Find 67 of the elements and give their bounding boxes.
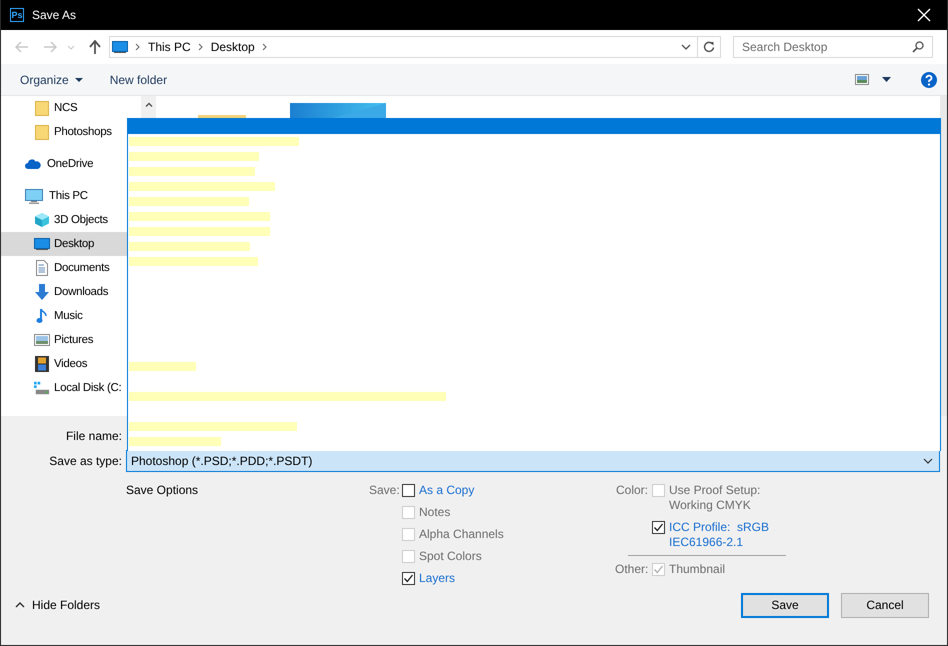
search-field[interactable]: Search Desktop xyxy=(733,36,933,58)
cloud-icon xyxy=(25,159,41,169)
option-label: As a Copy xyxy=(419,483,474,498)
option-label: Spot Colors xyxy=(419,549,482,564)
sidebar-item[interactable]: Videos xyxy=(1,352,141,376)
chevron-right-icon[interactable] xyxy=(262,43,267,51)
caret-down-icon[interactable] xyxy=(882,77,891,82)
color-label: Color: xyxy=(615,483,648,499)
search-icon xyxy=(912,41,924,53)
file-type-dropdown[interactable]: Photoshop (*.PSD;*.PDD;*.PSDT) xyxy=(126,450,940,472)
save-label: Save: xyxy=(369,483,398,499)
option-label: Alpha Channels xyxy=(419,527,504,542)
sidebar-item[interactable]: Pictures xyxy=(1,328,141,352)
organize-menu-button[interactable]: Organize xyxy=(16,70,87,88)
sidebar-item[interactable]: 3D Objects xyxy=(1,208,141,232)
breadcrumb-item[interactable]: This PC xyxy=(148,40,191,54)
option-label: Use Proof Setup: Working CMYK xyxy=(669,483,762,513)
drive-icon xyxy=(34,381,50,395)
sidebar-item[interactable]: OneDrive xyxy=(1,152,141,176)
checkbox[interactable] xyxy=(402,572,415,585)
sidebar-item[interactable]: Documents xyxy=(1,256,141,280)
hide-folders-button[interactable]: Hide Folders xyxy=(15,598,100,612)
save-options-heading: Save Options xyxy=(126,483,200,499)
chevron-right-icon xyxy=(198,43,203,51)
cube-icon xyxy=(34,212,50,228)
caret-down-icon xyxy=(74,78,83,82)
refresh-icon xyxy=(703,41,715,53)
option-label: Layers xyxy=(419,571,456,586)
chevron-right-icon xyxy=(135,43,140,51)
picture-icon xyxy=(34,334,50,346)
save-button[interactable]: Save xyxy=(741,592,829,618)
file-name-label: File name: xyxy=(64,429,122,443)
help-icon[interactable] xyxy=(921,72,937,88)
option-label: ICC Profile: sRGB IEC61966-2.1 xyxy=(669,520,770,550)
checkbox[interactable] xyxy=(402,484,415,497)
checkbox[interactable] xyxy=(652,521,665,534)
address-bar[interactable]: This PC Desktop xyxy=(109,36,721,58)
film-icon xyxy=(34,356,50,372)
sidebar-item[interactable]: Music xyxy=(1,304,141,328)
window-title: Save As xyxy=(32,8,76,22)
close-icon xyxy=(917,8,931,22)
view-options-icon[interactable] xyxy=(855,74,869,85)
redaction-bar xyxy=(129,362,196,371)
option-label: Notes xyxy=(419,505,450,520)
app-logo-icon: Ps xyxy=(10,8,24,22)
option-label: Thumbnail xyxy=(669,562,726,577)
chevron-down-icon[interactable] xyxy=(681,44,691,50)
sidebar-item[interactable]: Desktop xyxy=(1,232,127,256)
up-arrow-icon[interactable] xyxy=(89,40,101,54)
sidebar-item[interactable]: Downloads xyxy=(1,280,141,304)
breadcrumb-item[interactable]: Desktop xyxy=(210,40,255,54)
chevron-up-icon xyxy=(15,602,25,608)
computer-icon xyxy=(25,188,43,204)
download-arrow-icon xyxy=(34,284,50,300)
other-label: Other: xyxy=(615,562,648,578)
sidebar-item[interactable]: This PC xyxy=(1,184,141,208)
sidebar-item[interactable]: Local Disk (C: xyxy=(1,376,141,400)
new-folder-button[interactable]: New folder xyxy=(106,70,172,88)
chevron-down-icon xyxy=(923,458,933,464)
monitor-icon xyxy=(34,238,50,250)
sidebar-item[interactable]: NCS xyxy=(1,96,141,120)
document-icon xyxy=(34,260,50,276)
sidebar-item[interactable]: Photoshops xyxy=(1,120,141,144)
monitor-icon xyxy=(112,41,128,53)
cancel-button[interactable]: Cancel xyxy=(841,592,929,618)
chevron-up-icon[interactable] xyxy=(144,102,152,107)
save-as-type-label: Save as type: xyxy=(48,454,122,468)
